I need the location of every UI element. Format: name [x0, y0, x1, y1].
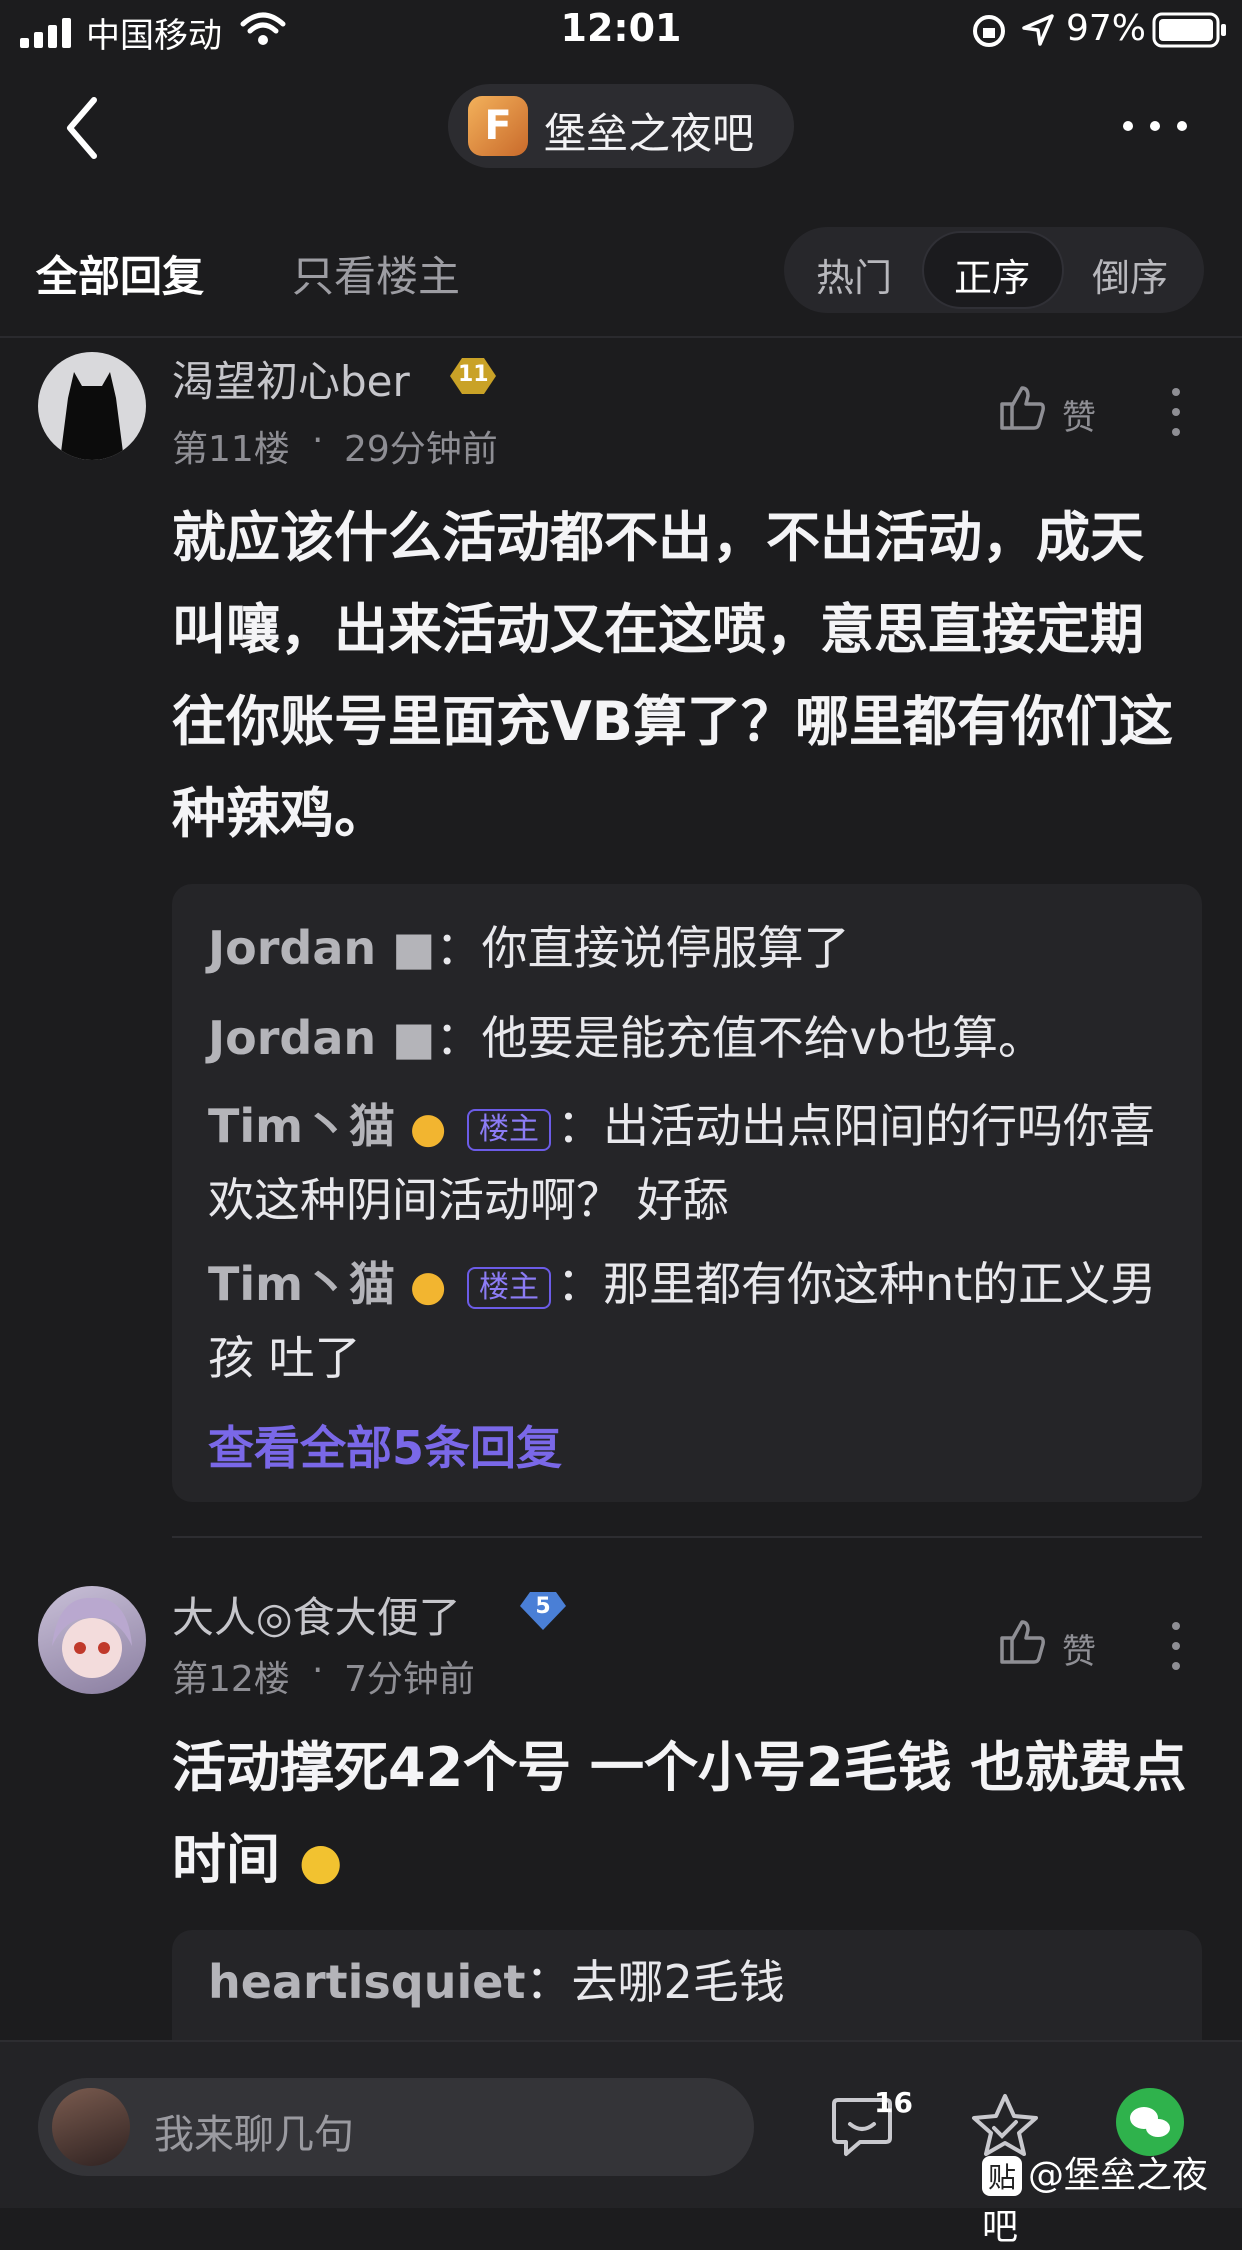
kiss-emoji-icon: ●	[409, 1261, 447, 1310]
reply-text: 去哪2毛钱	[571, 1955, 785, 2009]
like-label[interactable]: 赞	[1062, 390, 1096, 439]
level-number: 5	[535, 1594, 551, 1619]
reply-colon: ：	[525, 1955, 572, 2009]
anime-avatar-icon	[52, 1597, 132, 1678]
avatar[interactable]	[38, 352, 146, 460]
reply-author[interactable]: Jordan ■	[208, 1011, 436, 1065]
comment-placeholder: 我来聊几句	[154, 2112, 354, 2158]
tieba-badge-icon: 贴	[982, 2156, 1023, 2196]
sort-descending[interactable]: 倒序	[1092, 247, 1168, 302]
username[interactable]: 大人◎食大便了	[172, 1584, 461, 1645]
smile-emoji-icon: ●	[298, 1832, 343, 1890]
kiss-emoji-icon: ●	[409, 1103, 447, 1152]
post-divider	[172, 1536, 1202, 1538]
reply-box: Jordan ■：你直接说停服算了 Jordan ■：他要是能充值不给vb也算。…	[172, 884, 1202, 1502]
reply-item[interactable]: Tim丶猫 ● 楼主 ：出活动出点阳间的行吗你喜欢这种阴间活动啊？ 好舔	[208, 1090, 1178, 1236]
reply-author[interactable]: heartisquiet	[208, 1955, 525, 2009]
forum-title: 堡垒之夜吧	[544, 109, 755, 158]
back-icon[interactable]	[62, 96, 102, 160]
reply-box: heartisquiet：去哪2毛钱	[172, 1930, 1202, 2040]
reply-tabs: 全部回复 只看楼主 热门 正序 倒序	[0, 205, 1242, 335]
floor-number: 第12楼	[172, 1659, 290, 1700]
post-content: 活动撑死42个号 一个小号2毛钱 也就费点时间 ●	[172, 1722, 1192, 1907]
username[interactable]: 渴望初心ber	[172, 348, 410, 409]
reply-item[interactable]: Jordan ■：你直接说停服算了	[208, 912, 1178, 984]
sort-ascending[interactable]: 正序	[954, 247, 1030, 302]
forum-pill[interactable]: F 堡垒之夜吧	[448, 84, 794, 168]
view-all-replies-link[interactable]: 查看全部5条回复	[208, 1412, 562, 1478]
reply-item[interactable]: Tim丶猫 ● 楼主 ：那里都有你这种nt的正义男孩 吐了	[208, 1248, 1178, 1394]
forum-logo: F	[468, 96, 528, 156]
location-icon	[1022, 14, 1054, 46]
host-tag: 楼主	[466, 1108, 551, 1151]
thumbs-up-icon[interactable]	[998, 1618, 1046, 1666]
comment-count-badge: 16	[874, 2086, 913, 2119]
host-tag: 楼主	[466, 1266, 551, 1309]
post-more-icon[interactable]	[1172, 1622, 1182, 1682]
reply-author[interactable]: Tim丶猫	[208, 1257, 395, 1311]
tab-all-replies[interactable]: 全部回复	[36, 243, 204, 304]
post-more-icon[interactable]	[1172, 388, 1182, 448]
tab-only-host[interactable]: 只看楼主	[292, 243, 460, 304]
post-time: 7分钟前	[344, 1659, 475, 1700]
reply-text: 他要是能充值不给vb也算。	[481, 1011, 1045, 1065]
dot-separator: ·	[312, 420, 324, 461]
watermark: 贴 @堡垒之夜吧	[982, 2146, 1242, 2250]
avatar[interactable]	[38, 1586, 146, 1694]
level-number: 11	[458, 362, 489, 387]
sort-toggle: 热门 正序 倒序	[784, 227, 1204, 313]
clock: 12:01	[560, 6, 682, 50]
reply-item[interactable]: Jordan ■：他要是能充值不给vb也算。	[208, 1002, 1178, 1074]
rotation-lock-icon	[973, 15, 1005, 47]
reply-colon: ：	[556, 1257, 603, 1311]
user-avatar	[52, 2088, 130, 2166]
dot-separator: ·	[312, 1650, 324, 1691]
more-icon[interactable]	[1122, 118, 1188, 134]
floor-number: 第11楼	[172, 429, 290, 470]
status-bar: 中国移动 12:01 97%	[0, 0, 1242, 62]
like-label[interactable]: 赞	[1062, 1624, 1096, 1673]
reply-item[interactable]: heartisquiet：去哪2毛钱	[208, 1946, 1178, 2018]
reply-author[interactable]: Tim丶猫	[208, 1099, 395, 1153]
nav-bar: F 堡垒之夜吧	[0, 70, 1242, 182]
thumbs-up-icon[interactable]	[998, 384, 1046, 432]
comment-input[interactable]: 我来聊几句	[38, 2078, 754, 2176]
reply-text: 你直接说停服算了	[481, 921, 850, 975]
post-content: 就应该什么活动都不出，不出活动，成天叫嚷，出来活动又在这喷，意思直接定期往你账号…	[172, 506, 1173, 845]
reply-colon: ：	[435, 921, 482, 975]
sort-hot[interactable]: 热门	[816, 247, 892, 302]
reply-author[interactable]: Jordan ■	[208, 921, 436, 975]
divider	[0, 336, 1242, 338]
batman-avatar-icon	[60, 372, 124, 460]
battery-percent: 97%	[1066, 8, 1147, 49]
reply-colon: ：	[435, 1011, 482, 1065]
battery-icon	[1152, 12, 1226, 48]
post-time: 29分钟前	[344, 429, 498, 470]
reply-colon: ：	[556, 1099, 603, 1153]
